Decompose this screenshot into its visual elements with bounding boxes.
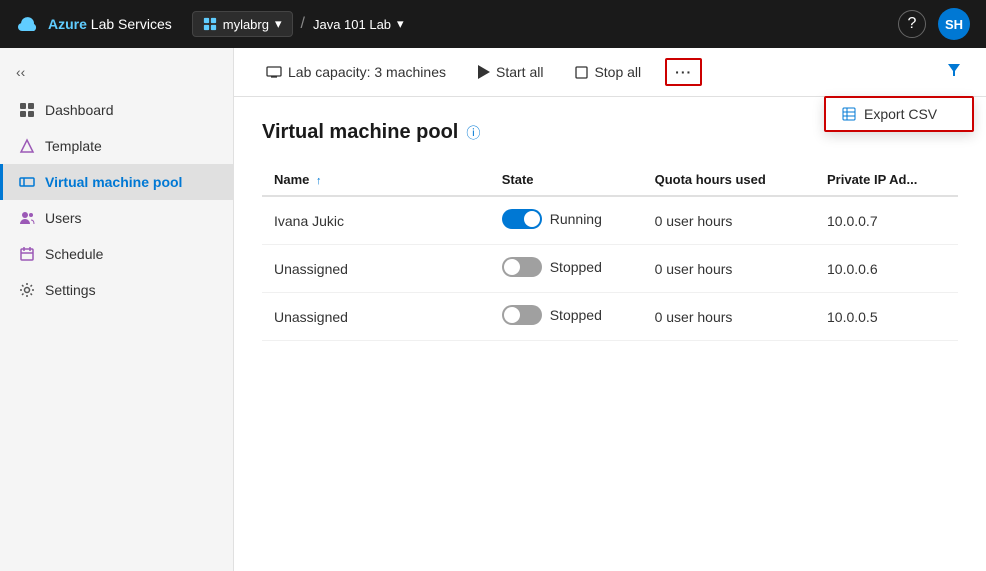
monitor-icon [266,66,282,78]
state-text-1: Running [550,211,602,227]
col-header-ip[interactable]: Private IP Ad... [815,164,958,196]
toggle-switch-2[interactable] [502,257,542,277]
cloud-icon [16,12,40,36]
cell-name-1: Ivana Jukic [262,196,490,245]
cell-ip-3: 10.0.0.5 [815,293,958,341]
sidebar-item-users[interactable]: Users [0,200,233,236]
state-text-2: Stopped [550,259,602,275]
dropdown-menu: Export CSV [824,96,974,132]
cell-state-3: Stopped [490,293,643,341]
sort-arrow-name: ↑ [316,175,322,187]
filter-icon [946,62,962,78]
avatar[interactable]: SH [938,8,970,40]
template-icon [19,138,35,154]
topbar: Azure Lab Services mylabrg ▾ / Java 101 … [0,0,986,48]
sidebar-item-dashboard[interactable]: Dashboard [0,92,233,128]
table-row: Unassigned Stopped 0 user hours 10.0.0 [262,245,958,293]
toolbar: Lab capacity: 3 machines Start all Stop … [234,48,986,97]
toggle-1: Running [502,209,602,229]
cell-ip-1: 10.0.0.7 [815,196,958,245]
cell-quota-2: 0 user hours [643,245,815,293]
vm-pool-icon [19,174,35,190]
breadcrumb-separator: / [301,15,305,33]
toggle-switch-1[interactable] [502,209,542,229]
sidebar-collapse-button[interactable]: ‹‹ [0,56,233,88]
stop-icon [575,66,588,79]
info-icon[interactable]: ⓘ [466,123,480,143]
vm-pool-label: Virtual machine pool [45,174,182,190]
more-options-button[interactable]: ··· [665,58,702,86]
vm-table: Name ↑ State Quota hours used Private IP… [262,164,958,341]
schedule-label: Schedule [45,246,103,262]
cell-name-3: Unassigned [262,293,490,341]
settings-label: Settings [45,282,96,298]
col-header-state[interactable]: State [490,164,643,196]
sidebar-item-vm-pool[interactable]: Virtual machine pool [0,164,233,200]
cell-state-2: Stopped [490,245,643,293]
sidebar: ‹‹ Dashboard Template Virtual machine po… [0,48,234,571]
content-area: Lab capacity: 3 machines Start all Stop … [234,48,986,571]
stop-all-button[interactable]: Stop all [567,60,649,84]
export-csv-item[interactable]: Export CSV [826,98,972,130]
collapse-icon: ‹‹ [16,64,25,80]
lab-selector[interactable]: Java 101 Lab ▾ [313,16,404,32]
table-body: Ivana Jukic Running 0 user hours 10.0. [262,196,958,341]
table-row: Ivana Jukic Running 0 user hours 10.0. [262,196,958,245]
state-text-3: Stopped [550,307,602,323]
dashboard-label: Dashboard [45,102,114,118]
toggle-switch-3[interactable] [502,305,542,325]
lab-capacity-item: Lab capacity: 3 machines [258,60,454,84]
col-header-quota[interactable]: Quota hours used [643,164,815,196]
org-icon [203,17,217,31]
toggle-3: Stopped [502,305,602,325]
help-button[interactable]: ? [898,10,926,38]
table-row: Unassigned Stopped 0 user hours 10.0.0 [262,293,958,341]
cell-quota-3: 0 user hours [643,293,815,341]
org-selector[interactable]: mylabrg ▾ [192,11,293,37]
cell-quota-1: 0 user hours [643,196,815,245]
users-label: Users [45,210,82,226]
settings-icon [19,282,35,298]
col-header-name[interactable]: Name ↑ [262,164,490,196]
sidebar-item-schedule[interactable]: Schedule [0,236,233,272]
sidebar-item-template[interactable]: Template [0,128,233,164]
org-name: mylabrg [223,17,269,32]
stop-all-label: Stop all [594,64,641,80]
table-header: Name ↑ State Quota hours used Private IP… [262,164,958,196]
topbar-logo: Azure Lab Services [16,12,172,36]
template-label: Template [45,138,102,154]
users-icon [19,210,35,226]
cell-name-2: Unassigned [262,245,490,293]
schedule-icon [19,246,35,262]
sidebar-nav: Dashboard Template Virtual machine pool … [0,92,233,308]
toggle-2: Stopped [502,257,602,277]
start-all-label: Start all [496,64,543,80]
sidebar-item-settings[interactable]: Settings [0,272,233,308]
toggle-knob-1 [524,211,540,227]
org-chevron: ▾ [275,16,282,32]
cell-state-1: Running [490,196,643,245]
toggle-knob-2 [504,259,520,275]
page-title: Virtual machine pool [262,121,458,144]
table-icon [842,107,856,121]
brand-azure: Azure [48,16,87,32]
play-icon [478,65,490,79]
lab-name: Java 101 Lab [313,17,391,32]
brand-suffix: Lab Services [87,16,172,32]
export-csv-label: Export CSV [864,106,937,122]
filter-button[interactable] [946,62,962,83]
lab-capacity-label: Lab capacity: 3 machines [288,64,446,80]
toggle-knob-3 [504,307,520,323]
page-content: Virtual machine pool ⓘ Name ↑ State [234,97,986,571]
cell-ip-2: 10.0.0.6 [815,245,958,293]
start-all-button[interactable]: Start all [470,60,551,84]
lab-chevron: ▾ [397,16,404,32]
dashboard-icon [19,102,35,118]
main-layout: ‹‹ Dashboard Template Virtual machine po… [0,48,986,571]
topbar-right: ? SH [898,8,970,40]
breadcrumb: mylabrg ▾ / Java 101 Lab ▾ [192,11,898,37]
